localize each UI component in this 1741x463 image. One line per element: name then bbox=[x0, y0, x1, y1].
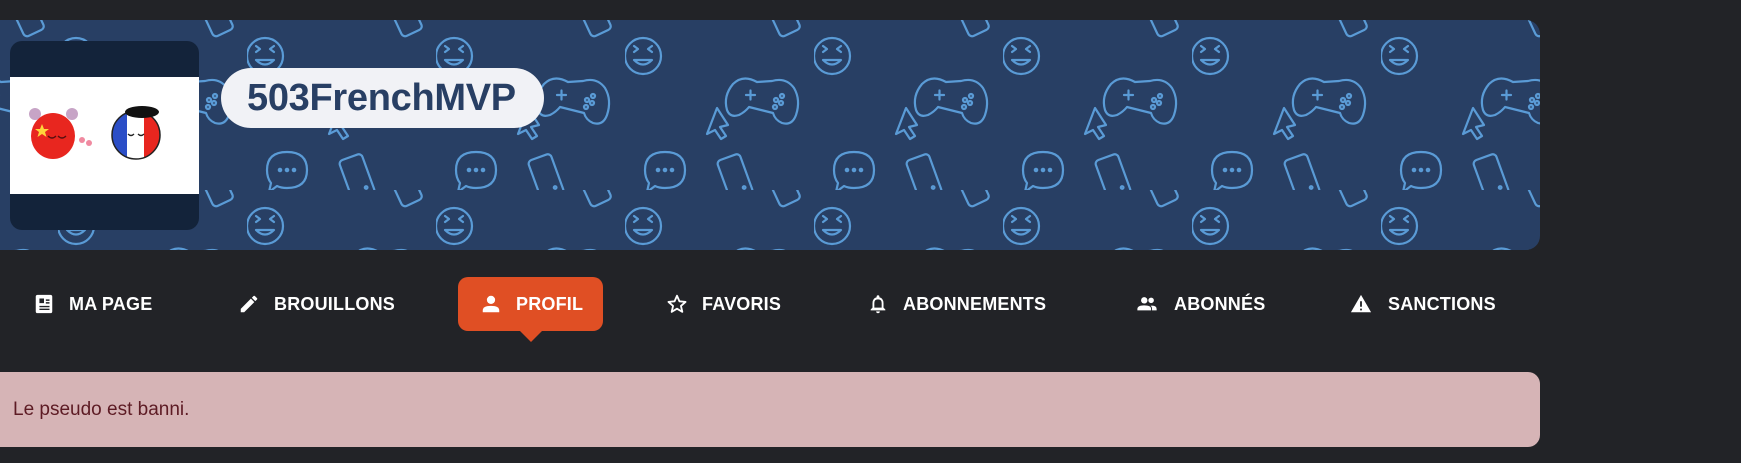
avatar[interactable] bbox=[10, 41, 199, 230]
star-icon bbox=[667, 294, 687, 313]
profile-banner: 503FrenchMVP bbox=[0, 20, 1540, 250]
ban-alert: Le pseudo est banni. bbox=[0, 372, 1540, 447]
tab-profil[interactable]: PROFIL bbox=[458, 277, 604, 331]
tab-label: BROUILLONS bbox=[274, 293, 395, 314]
tab-label: MA PAGE bbox=[69, 293, 153, 314]
tab-label: FAVORIS bbox=[702, 293, 782, 314]
tab-label: ABONNEMENTS bbox=[903, 293, 1047, 314]
tab-abonnements[interactable]: ABONNEMENTS bbox=[867, 277, 1046, 331]
page-icon bbox=[35, 294, 53, 314]
person-icon bbox=[482, 295, 500, 313]
bell-icon bbox=[870, 295, 886, 314]
tab-brouillons[interactable]: BROUILLONS bbox=[238, 277, 395, 331]
tab-label: ABONNÉS bbox=[1174, 293, 1266, 314]
active-tab-indicator bbox=[520, 331, 542, 342]
tab-label: PROFIL bbox=[516, 293, 584, 314]
tab-sanctions[interactable]: SANCTIONS bbox=[1348, 277, 1496, 331]
warning-icon bbox=[1350, 294, 1372, 313]
tab-ma-page[interactable]: MA PAGE bbox=[33, 277, 152, 331]
alert-message: Le pseudo est banni. bbox=[13, 398, 190, 420]
people-icon bbox=[1137, 297, 1157, 311]
username: 503FrenchMVP bbox=[247, 76, 516, 119]
username-pill: 503FrenchMVP bbox=[221, 68, 544, 128]
profile-nav: MA PAGE BROUILLONS PROFIL FAVORIS ABONNE… bbox=[0, 277, 1540, 331]
tab-favoris[interactable]: FAVORIS bbox=[666, 277, 781, 331]
banner-pattern bbox=[0, 20, 1540, 250]
tab-label: SANCTIONS bbox=[1388, 293, 1496, 314]
avatar-image bbox=[10, 77, 199, 194]
tab-abonnes[interactable]: ABONNÉS bbox=[1134, 277, 1265, 331]
pencil-icon bbox=[240, 295, 258, 313]
